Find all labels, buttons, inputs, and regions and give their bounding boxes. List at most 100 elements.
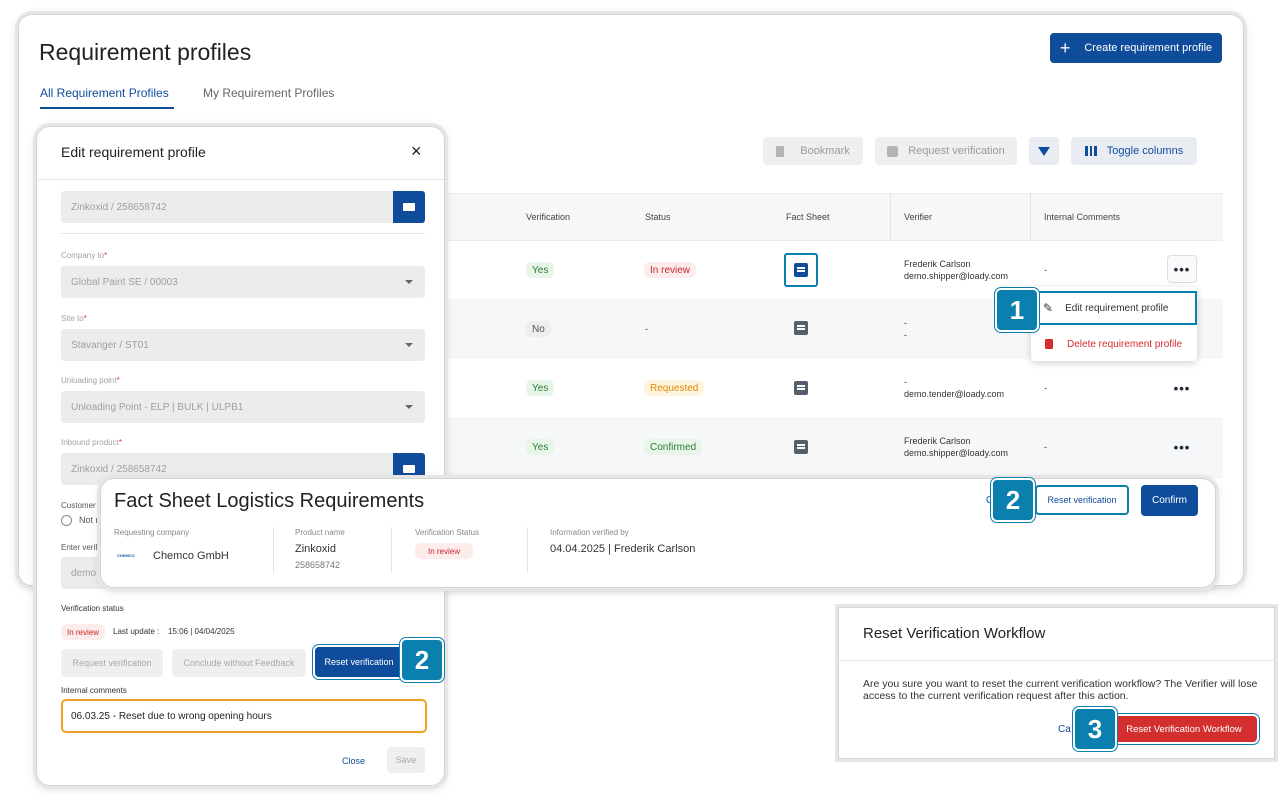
last-update-label: Last update : <box>113 627 160 636</box>
internal-comments-label: Internal comments <box>61 686 127 695</box>
pencil-icon: ✎ <box>1043 301 1054 315</box>
fact-sheet-icon <box>794 263 808 277</box>
unloading-point-label: Unloading point* <box>61 376 120 385</box>
conclude-without-feedback-button[interactable]: Conclude without Feedback <box>172 649 306 677</box>
toggle-columns-label: Toggle columns <box>1106 145 1184 157</box>
verifier-email: demo.tender@loady.com <box>904 389 1005 399</box>
verification-badge: No <box>526 321 551 337</box>
close-icon[interactable]: × <box>411 141 422 162</box>
company-to-select[interactable]: Global Paint SE / 00003 <box>61 266 425 298</box>
reset-workflow-dialog: Reset Verification Workflow Are you sure… <box>838 607 1276 759</box>
product-name: Zinkoxid <box>295 543 336 555</box>
verifier-name: - <box>904 377 907 387</box>
save-button[interactable]: Save <box>387 747 425 773</box>
edit-requirement-profile-modal: Edit requirement profile × Zinkoxid / 25… <box>36 126 445 786</box>
trash-icon <box>1045 339 1053 349</box>
fact-sheet-icon[interactable] <box>794 440 808 454</box>
confirm-button[interactable]: Confirm <box>1141 485 1198 516</box>
enter-verifier-label: Enter verifi <box>61 543 100 552</box>
plus-icon: + <box>1059 38 1071 58</box>
site-to-label: Site to* <box>61 314 87 323</box>
cancel-button-partial[interactable]: Ca <box>1058 724 1071 735</box>
filter-icon <box>1038 146 1050 156</box>
truck-icon[interactable] <box>393 191 425 223</box>
modal-title: Edit requirement profile <box>61 144 206 160</box>
customer-verification-label: Customer V <box>61 501 104 510</box>
requesting-company-label: Requesting company <box>114 528 190 537</box>
tab-active-underline <box>40 107 174 109</box>
chevron-down-icon <box>405 343 413 347</box>
verification-status-label: Verification Status <box>415 528 480 537</box>
callout-step-3: 3 <box>1073 707 1117 751</box>
table-row[interactable] <box>443 417 1223 479</box>
page-title: Requirement profiles <box>39 39 252 65</box>
verification-badge: Yes <box>526 439 555 455</box>
verification-status-label: Verification status <box>61 604 124 613</box>
fact-sheet-icon[interactable] <box>794 321 808 335</box>
tab-my-requirement-profiles[interactable]: My Requirement Profiles <box>203 86 334 100</box>
internal-comment: - <box>1044 442 1047 452</box>
internal-comment: - <box>1044 383 1047 393</box>
bookmark-icon <box>776 145 785 157</box>
column-header-internal-comments[interactable]: Internal Comments <box>1044 212 1120 222</box>
company-to-label: Company to* <box>61 251 108 260</box>
site-to-value: Stavanger / ST01 <box>71 339 149 351</box>
column-header-fact-sheet[interactable]: Fact Sheet <box>786 212 830 222</box>
filter-button[interactable] <box>1029 137 1059 165</box>
status-badge: In review <box>644 262 697 278</box>
unloading-point-select[interactable]: Unloading Point - ELP | BULK | ULPB1 <box>61 391 425 423</box>
create-button-label: Create requirement profile <box>1084 42 1213 54</box>
row-actions-button[interactable]: ••• <box>1167 433 1197 461</box>
columns-icon <box>1084 146 1097 156</box>
internal-comments-input[interactable]: 06.03.25 - Reset due to wrong opening ho… <box>61 699 427 733</box>
callout-step-2: 2 <box>400 638 444 682</box>
company-logo: CHEMCO <box>117 553 135 558</box>
section-divider <box>61 233 425 234</box>
inbound-product-label: Inbound product* <box>61 438 122 447</box>
verifier-email: - <box>904 330 907 340</box>
inbound-product-value: Zinkoxid / 258658742 <box>71 463 167 475</box>
verifier-name: Frederik Carlson <box>904 259 971 269</box>
top-product-field[interactable]: Zinkoxid / 258658742 <box>61 191 425 223</box>
modal-header-divider <box>37 179 444 180</box>
verifier-email: demo.shipper@loady.com <box>904 448 1009 458</box>
verifier-name: - <box>904 318 907 328</box>
menu-item-delete-requirement-profile[interactable]: Delete requirement profile <box>1031 329 1197 359</box>
info-divider <box>391 527 392 573</box>
fact-sheet-title: Fact Sheet Logistics Requirements <box>114 490 425 512</box>
verification-badge: Yes <box>526 380 555 396</box>
tab-all-requirement-profiles[interactable]: All Requirement Profiles <box>40 86 169 100</box>
dialog-message: Are you sure you want to reset the curre… <box>863 678 1258 702</box>
product-id: 258658742 <box>295 560 341 570</box>
top-product-value: Zinkoxid / 258658742 <box>71 201 167 213</box>
create-requirement-profile-button[interactable]: + Create requirement profile <box>1050 33 1222 63</box>
request-verification-button[interactable]: Request verification <box>875 137 1017 165</box>
column-header-verifier[interactable]: Verifier <box>904 212 932 222</box>
reset-verification-workflow-button[interactable]: Reset Verification Workflow <box>1111 716 1257 742</box>
bookmark-button[interactable]: Bookmark <box>763 137 863 165</box>
bookmark-label: Bookmark <box>800 145 850 157</box>
reset-verification-button[interactable]: Reset verification <box>315 647 403 677</box>
radio-button[interactable] <box>61 515 72 526</box>
site-to-select[interactable]: Stavanger / ST01 <box>61 329 425 361</box>
fact-sheet-reset-verification-button[interactable]: Reset verification <box>1035 485 1129 515</box>
company-name: Chemco GmbH <box>153 550 229 562</box>
row-actions-button[interactable]: ••• <box>1167 374 1197 402</box>
close-button[interactable]: Close <box>342 756 365 766</box>
column-header-verification[interactable]: Verification <box>526 212 570 222</box>
verified-by-value: 04.04.2025 | Frederik Carlson <box>550 543 696 555</box>
row-actions-button[interactable]: ••• <box>1167 255 1197 283</box>
table-row[interactable] <box>443 359 1223 417</box>
product-name-label: Product name <box>295 528 345 537</box>
fact-sheet-highlight[interactable] <box>784 253 818 287</box>
fact-sheet-icon[interactable] <box>794 381 808 395</box>
request-verification-button[interactable]: Request verification <box>61 649 163 677</box>
menu-item-edit-requirement-profile[interactable]: ✎ Edit requirement profile <box>1031 291 1197 325</box>
info-divider <box>273 527 274 573</box>
toggle-columns-button[interactable]: Toggle columns <box>1071 137 1197 165</box>
verification-badge: Yes <box>526 262 555 278</box>
status-badge: Requested <box>644 380 705 396</box>
callout-step-1: 1 <box>995 288 1039 332</box>
chevron-down-icon <box>405 280 413 284</box>
column-header-status[interactable]: Status <box>645 212 671 222</box>
